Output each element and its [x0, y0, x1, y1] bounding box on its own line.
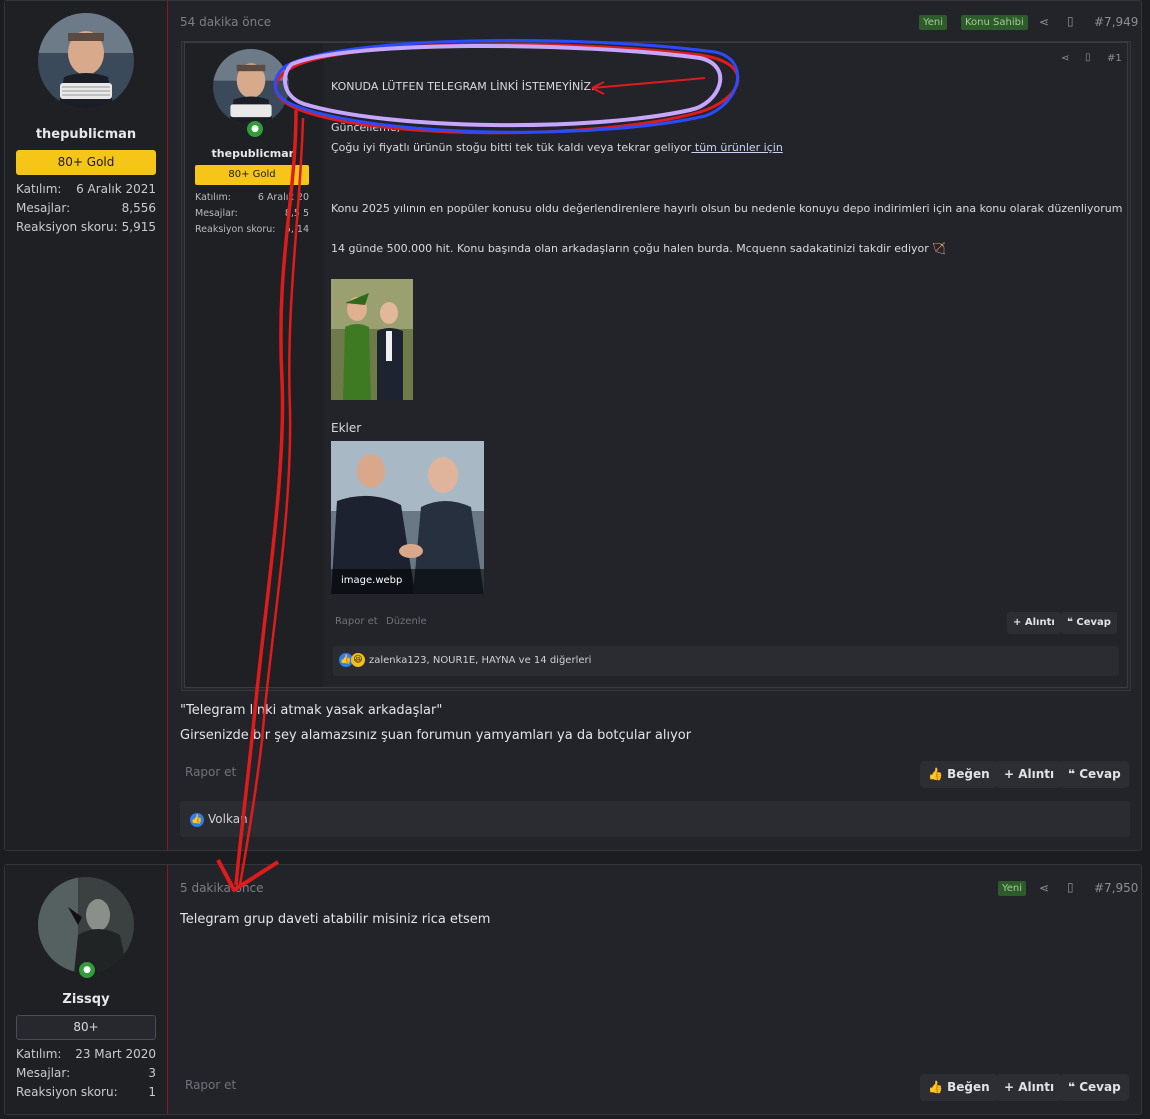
report-link[interactable]: Rapor et: [185, 765, 236, 779]
reply-quote-icon: ❝: [1068, 767, 1080, 781]
quote-line-hits: 14 günde 500.000 hit. Konu başında olan …: [331, 242, 946, 255]
like-label: Beğen: [947, 1080, 990, 1094]
user-avatar[interactable]: [38, 13, 134, 109]
quote-line-update: Güncelleme;: [331, 121, 401, 134]
plus-icon: +: [1004, 1080, 1019, 1094]
stat-messages: Mesajlar: 3: [16, 1066, 156, 1080]
quote-line-warning: KONUDA LÜTFEN TELEGRAM LİNKİ İSTEMEYİNİZ…: [331, 80, 595, 93]
image-content: [331, 279, 413, 400]
quote-label: Alıntı: [1018, 767, 1055, 781]
attachment-image: [331, 441, 484, 594]
share-icon[interactable]: ⋖: [1039, 15, 1049, 29]
share-icon[interactable]: ⋖: [1039, 881, 1049, 895]
bow-arrow-icon: 🏹: [932, 242, 947, 255]
post-body-line2: Girsenizde bir şey alamazsınız şuan foru…: [180, 728, 692, 743]
haha-reaction-icon: 😆: [351, 653, 365, 667]
like-button[interactable]: 👍 Beğen: [920, 761, 998, 788]
tag-new: Yeni: [998, 881, 1027, 896]
reactions-bar[interactable]: 👍 Volkan: [180, 801, 1130, 837]
post-body-line1: "Telegram linki atmak yasak arkadaşlar": [180, 703, 443, 718]
bookmark-icon[interactable]: ▯: [1067, 880, 1074, 894]
post-7949: thepublicman 80+ Gold Katılım: 6 Aralık 2…: [4, 0, 1142, 851]
quote-username[interactable]: thepublicman: [185, 147, 323, 160]
username[interactable]: Zissqy: [5, 992, 167, 1007]
report-link[interactable]: Rapor et: [185, 1078, 236, 1092]
reply-quote-icon: ❝: [1067, 617, 1077, 628]
quote-reply-button[interactable]: ❝ Cevap: [1061, 612, 1117, 634]
post-time[interactable]: 5 dakika önce: [180, 881, 264, 895]
attachments-label: Ekler: [331, 421, 362, 435]
robin-hood-image[interactable]: [331, 279, 413, 400]
post-time[interactable]: 54 dakika önce: [180, 15, 271, 29]
quote-stock-text: Çoğu iyi fiyatlı ürünün stoğu bitti tek …: [331, 141, 692, 154]
tag-thread-owner: Konu Sahibi: [961, 15, 1028, 30]
attachment-thumbnail[interactable]: image.webp: [331, 441, 484, 594]
post-7950: ● Zissqy 80+ Katılım: 23 Mart 2020 Mesajl…: [4, 864, 1142, 1115]
plus-icon: +: [1004, 767, 1019, 781]
quote-stat-joined: Katılım: 6 Aralık 20: [195, 192, 309, 203]
like-reaction-icon: 👍: [190, 812, 204, 827]
reply-label: Cevap: [1079, 767, 1121, 781]
avatar-image: [213, 49, 289, 125]
stat-reaction-score: Reaksiyon skoru: 1: [16, 1085, 156, 1099]
quote-user-badge: 80+ Gold: [195, 165, 309, 185]
thumbs-up-icon: 👍: [928, 1080, 948, 1094]
reply-quote-icon: ❝: [1068, 1080, 1080, 1094]
quote-quote-button[interactable]: + Alıntı: [1007, 612, 1061, 634]
quote-hits-text: 14 günde 500.000 hit. Konu başında olan …: [331, 242, 929, 255]
quote-user-sidebar: ● thepublicman 80+ Gold Katılım: 6 Aralık…: [185, 43, 323, 687]
quote-post-number[interactable]: #1: [1107, 53, 1122, 64]
quote-line-stock: Çoğu iyi fiyatlı ürünün stoğu bitti tek …: [331, 141, 783, 154]
like-label: Beğen: [947, 767, 990, 781]
avatar-image: [38, 13, 134, 109]
user-title-badge: 80+ Gold: [16, 150, 156, 175]
online-status-icon: ●: [245, 119, 265, 139]
reply-button[interactable]: ❝ Cevap: [1060, 1074, 1129, 1101]
reply-label: Cevap: [1079, 1080, 1121, 1094]
all-products-link[interactable]: tüm ürünler için: [691, 141, 783, 154]
quoted-post: ● thepublicman 80+ Gold Katılım: 6 Aralık…: [181, 41, 1131, 691]
user-avatar[interactable]: [38, 877, 134, 973]
attachment-filename: image.webp: [341, 575, 403, 586]
quote-reactions-users[interactable]: zalenka123, NOUR1E, HAYNA ve 14 diğerler…: [369, 655, 591, 666]
user-sidebar: thepublicman 80+ Gold Katılım: 6 Aralık 2…: [5, 1, 168, 850]
quote-quote-label: Alıntı: [1024, 617, 1055, 628]
quote-report-link[interactable]: Rapor et: [335, 616, 378, 627]
stat-joined: Katılım: 6 Aralık 2021: [16, 182, 156, 196]
quote-stat-messages: Mesajlar: 8,5 5: [195, 208, 309, 219]
quote-line-popular: Konu 2025 yılının en popüler konusu oldu…: [331, 202, 1123, 215]
quote-reactions-bar[interactable]: 👍 😆 zalenka123, NOUR1E, HAYNA ve 14 diğerl…: [333, 646, 1119, 676]
like-button[interactable]: 👍 Beğen: [920, 1074, 998, 1101]
reactions-users[interactable]: Volkan: [208, 812, 248, 826]
post-number[interactable]: #7,950: [1094, 881, 1138, 895]
quote-stat-reaction: Reaksiyon skoru: 5, 14: [195, 224, 309, 235]
tag-new: Yeni: [919, 15, 948, 30]
post-number[interactable]: #7,949: [1094, 15, 1138, 29]
user-sidebar: ● Zissqy 80+ Katılım: 23 Mart 2020 Mesajl…: [5, 865, 168, 1114]
quote-button[interactable]: + Alıntı: [996, 761, 1063, 788]
plus-icon: +: [1013, 617, 1025, 628]
avatar-image: [38, 877, 134, 973]
quote-bookmark-icon[interactable]: ▯: [1085, 52, 1091, 63]
stat-messages: Mesajlar: 8,556: [16, 201, 156, 215]
username[interactable]: thepublicman: [5, 127, 167, 142]
post-body: Telegram grup daveti atabilir misiniz ri…: [180, 912, 491, 927]
quote-user-avatar[interactable]: [213, 49, 289, 125]
quote-button[interactable]: + Alıntı: [996, 1074, 1063, 1101]
thumbs-up-icon: 👍: [928, 767, 948, 781]
quoted-post-inner: ● thepublicman 80+ Gold Katılım: 6 Aralık…: [184, 42, 1128, 688]
quote-reply-label: Cevap: [1076, 617, 1111, 628]
online-status-icon: ●: [77, 960, 97, 980]
bookmark-icon[interactable]: ▯: [1067, 14, 1074, 28]
reply-button[interactable]: ❝ Cevap: [1060, 761, 1129, 788]
quote-label: Alıntı: [1018, 1080, 1055, 1094]
stat-reaction-score: Reaksiyon skoru: 5,915: [16, 220, 156, 234]
quote-share-icon[interactable]: ⋖: [1061, 53, 1069, 64]
user-title-badge: 80+: [16, 1015, 156, 1040]
stat-joined: Katılım: 23 Mart 2020: [16, 1047, 156, 1061]
quote-edit-link[interactable]: Düzenle: [386, 616, 427, 627]
